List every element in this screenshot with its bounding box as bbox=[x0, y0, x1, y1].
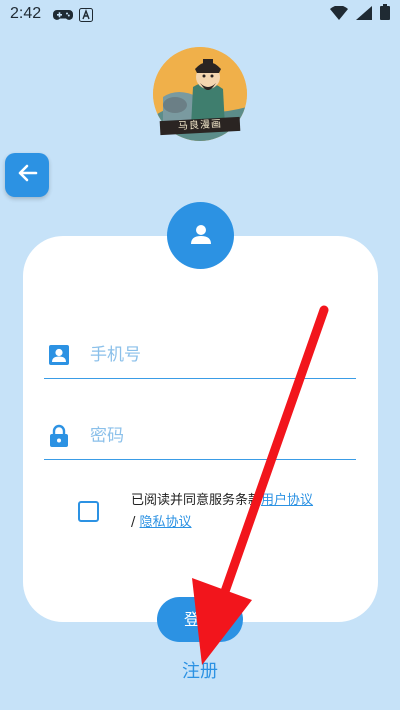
status-bar: 2:42 bbox=[0, 0, 400, 28]
register-link[interactable]: 注册 bbox=[170, 659, 230, 685]
battery-icon bbox=[380, 4, 390, 24]
contact-card-icon bbox=[46, 342, 72, 368]
phone-input[interactable] bbox=[90, 344, 330, 365]
logo-plate: 马良漫画 bbox=[159, 116, 241, 136]
lock-icon bbox=[46, 423, 72, 449]
agreement-separator: / bbox=[131, 515, 136, 530]
user-agreement-link[interactable]: 用户协议 bbox=[261, 493, 313, 508]
signal-icon bbox=[356, 5, 372, 24]
status-time: 2:42 bbox=[10, 5, 42, 22]
font-a-icon bbox=[79, 7, 97, 22]
password-input[interactable] bbox=[90, 425, 330, 446]
arrow-left-icon bbox=[16, 162, 38, 188]
login-button[interactable]: 登录 bbox=[157, 597, 243, 642]
password-field bbox=[44, 412, 356, 460]
agreement-prefix: 已阅读并同意服务条款 bbox=[131, 493, 262, 508]
privacy-policy-link[interactable]: 隐私协议 bbox=[140, 515, 192, 530]
agreement-text: 已阅读并同意服务条款用户协议 / 隐私协议 bbox=[131, 490, 351, 534]
avatar bbox=[167, 202, 234, 269]
agreement-checkbox[interactable] bbox=[78, 501, 99, 522]
phone-field bbox=[44, 331, 356, 379]
gamepad-icon bbox=[53, 7, 74, 21]
wifi-icon bbox=[330, 4, 348, 24]
back-button[interactable] bbox=[5, 153, 49, 197]
person-icon bbox=[190, 223, 212, 249]
